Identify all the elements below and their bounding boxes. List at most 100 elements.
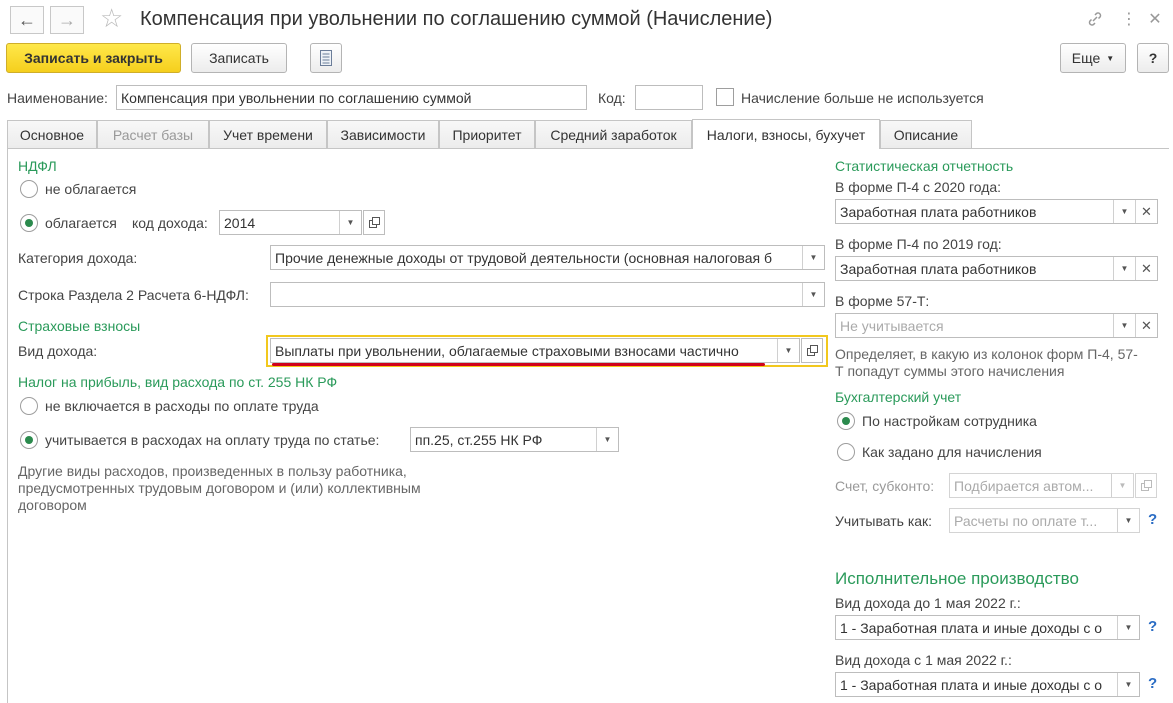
more-menu-button[interactable]: Еще ▼	[1060, 43, 1126, 73]
code-label: Код:	[598, 90, 626, 106]
chevron-down-icon[interactable]: ▼	[1113, 200, 1135, 223]
open-account-button[interactable]	[1135, 473, 1157, 498]
consider-select[interactable]: Расчеты по оплате т... ▼	[949, 508, 1140, 533]
tab-average-earnings[interactable]: Средний заработок	[535, 120, 692, 148]
more-menu-label: Еще	[1071, 50, 1101, 66]
ndfl-taxed-label: облагается	[45, 215, 117, 231]
ndfl-not-taxed-label: не облагается	[45, 181, 137, 197]
p4-2020-select[interactable]: Заработная плата работников ▼ ✕	[835, 199, 1158, 224]
income-after-help-icon[interactable]: ?	[1148, 675, 1157, 692]
tab-main[interactable]: Основное	[7, 120, 97, 148]
tab-panel-border	[7, 148, 1169, 149]
list-document-icon	[320, 50, 332, 66]
ndfl-not-taxed-radio[interactable]	[20, 180, 38, 198]
ndfl-taxed-radio[interactable]	[20, 214, 38, 232]
open-window-icon	[1140, 480, 1152, 491]
document-list-button[interactable]	[310, 43, 342, 73]
income-category-label: Категория дохода:	[18, 250, 138, 266]
name-label: Наименование:	[7, 90, 108, 106]
back-arrow-icon: ←	[18, 9, 36, 30]
name-input[interactable]: Компенсация при увольнении по соглашению…	[116, 85, 587, 110]
accounting-section-title: Бухгалтерский учет	[835, 389, 962, 405]
chevron-down-icon[interactable]: ▼	[1111, 474, 1133, 497]
f57-label: В форме 57-Т:	[835, 293, 930, 309]
insurance-section-title: Страховые взносы	[18, 318, 141, 334]
chevron-down-icon[interactable]: ▼	[802, 283, 824, 306]
unused-checkbox[interactable]	[716, 88, 734, 106]
income-after-label: Вид дохода с 1 мая 2022 г.:	[835, 652, 1012, 668]
income-after-select[interactable]: 1 - Заработная плата и иные доходы с о ▼	[835, 672, 1140, 697]
clear-icon[interactable]: ✕	[1135, 314, 1157, 337]
forward-button[interactable]: →	[50, 6, 84, 34]
favorite-star-icon[interactable]: ☆	[100, 3, 123, 34]
profit-included-label: учитывается в расходах на оплату труда п…	[45, 432, 380, 448]
account-label: Счет, субконто:	[835, 478, 935, 494]
article-select[interactable]: пп.25, ст.255 НК РФ ▼	[410, 427, 619, 452]
chevron-down-icon[interactable]: ▼	[802, 246, 824, 269]
income-category-select[interactable]: Прочие денежные доходы от трудовой деяте…	[270, 245, 825, 270]
tab-dependencies[interactable]: Зависимости	[327, 120, 439, 148]
back-button[interactable]: ←	[10, 6, 44, 34]
open-income-code-button[interactable]	[363, 210, 385, 235]
window-title: Компенсация при увольнении по соглашению…	[140, 8, 773, 30]
account-select[interactable]: Подбирается автом... ▼	[949, 473, 1134, 498]
tab-priority[interactable]: Приоритет	[439, 120, 535, 148]
clear-icon[interactable]: ✕	[1135, 200, 1157, 223]
p4-2019-label: В форме П-4 по 2019 год:	[835, 236, 1002, 252]
close-icon[interactable]: ✕	[1144, 8, 1166, 30]
profit-tax-hint: Другие виды расходов, произведенных в по…	[18, 463, 421, 513]
p4-2019-select[interactable]: Заработная плата работников ▼ ✕	[835, 256, 1158, 281]
chevron-down-icon[interactable]: ▼	[596, 428, 618, 451]
income-before-label: Вид дохода до 1 мая 2022 г.:	[835, 595, 1021, 611]
chevron-down-icon[interactable]: ▼	[1117, 509, 1139, 532]
chevron-down-icon[interactable]: ▼	[1117, 673, 1139, 696]
active-tab-gap	[693, 148, 879, 149]
by-employee-label: По настройкам сотрудника	[862, 413, 1037, 429]
p4-2020-label: В форме П-4 с 2020 года:	[835, 179, 1002, 195]
chevron-down-icon[interactable]: ▼	[1117, 616, 1139, 639]
clear-icon[interactable]: ✕	[1135, 257, 1157, 280]
tab-base-calc[interactable]: Расчет базы	[97, 120, 209, 148]
help-button[interactable]: ?	[1137, 43, 1169, 73]
income-before-select[interactable]: 1 - Заработная плата и иные доходы с о ▼	[835, 615, 1140, 640]
by-accrual-radio[interactable]	[837, 443, 855, 461]
stats-section-title: Статистическая отчетность	[835, 158, 1014, 174]
tab-panel-border-left	[7, 148, 8, 703]
tab-taxes[interactable]: Налоги, взносы, бухучет	[692, 119, 880, 149]
profit-tax-section-title: Налог на прибыль, вид расхода по ст. 255…	[18, 374, 338, 390]
consider-label: Учитывать как:	[835, 513, 933, 529]
ndfl-section-title: НДФЛ	[18, 158, 57, 174]
open-window-icon	[806, 345, 818, 356]
chevron-down-icon: ▼	[1106, 53, 1115, 63]
by-accrual-label: Как задано для начисления	[862, 444, 1042, 460]
enforcement-section-title: Исполнительное производство	[835, 569, 1079, 588]
insurance-income-type-select[interactable]: Выплаты при увольнении, облагаемые страх…	[270, 338, 800, 363]
income-code-label: код дохода:	[132, 215, 208, 231]
profit-not-included-radio[interactable]	[20, 397, 38, 415]
consider-help-icon[interactable]: ?	[1148, 511, 1157, 528]
profit-included-radio[interactable]	[20, 431, 38, 449]
chevron-down-icon[interactable]: ▼	[339, 211, 361, 234]
ndfl-row-select[interactable]: ▼	[270, 282, 825, 307]
chevron-down-icon[interactable]: ▼	[777, 339, 799, 362]
tab-time[interactable]: Учет времени	[209, 120, 327, 148]
income-code-select[interactable]: 2014 ▼	[219, 210, 362, 235]
code-input[interactable]	[635, 85, 703, 110]
f57-select[interactable]: Не учитывается ▼ ✕	[835, 313, 1158, 338]
more-options-icon[interactable]: ⋮	[1118, 8, 1140, 30]
by-employee-radio[interactable]	[837, 412, 855, 430]
open-window-icon	[368, 217, 380, 228]
chevron-down-icon[interactable]: ▼	[1113, 314, 1135, 337]
insurance-income-type-label: Вид дохода:	[18, 343, 98, 359]
red-underline-mark	[272, 363, 765, 366]
chevron-down-icon[interactable]: ▼	[1113, 257, 1135, 280]
open-insurance-income-button[interactable]	[801, 338, 823, 363]
save-button[interactable]: Записать	[191, 43, 287, 73]
save-and-close-button[interactable]: Записать и закрыть	[6, 43, 181, 73]
link-icon[interactable]	[1084, 8, 1106, 30]
unused-label: Начисление больше не используется	[741, 90, 984, 106]
tab-description[interactable]: Описание	[880, 120, 972, 148]
stats-hint: Определяет, в какую из колонок форм П-4,…	[835, 346, 1138, 379]
profit-not-included-label: не включается в расходы по оплате труда	[45, 398, 319, 414]
income-before-help-icon[interactable]: ?	[1148, 618, 1157, 635]
